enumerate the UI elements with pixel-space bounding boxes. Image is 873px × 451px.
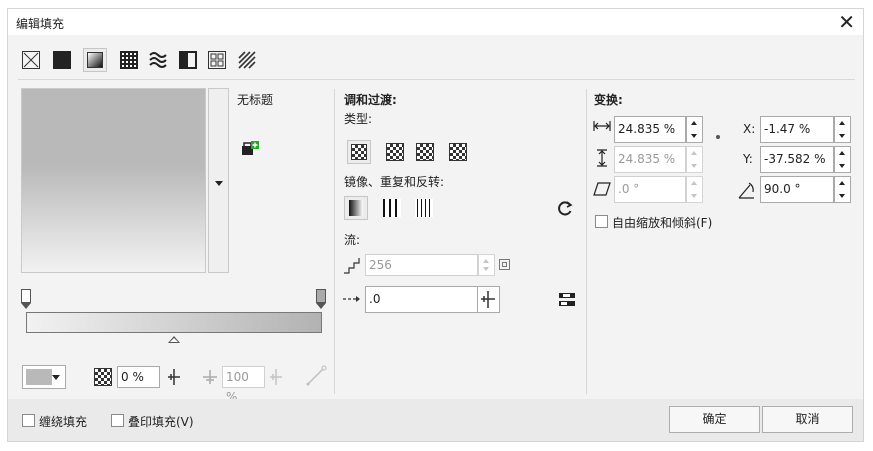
wrap-fill-checkbox[interactable] [22, 414, 35, 427]
no-fill-icon[interactable] [22, 51, 40, 69]
transparency-slider-icon[interactable] [166, 367, 182, 387]
overprint-fill-checkbox[interactable] [111, 414, 124, 427]
repeat-and-mirror-icon[interactable] [383, 199, 401, 217]
fill-height-icon [595, 149, 609, 167]
footer-bar: 缠绕填充 叠印填充(V) 确定 取消 [8, 399, 863, 441]
end-stop-pointer [316, 303, 326, 309]
steps-icon [343, 257, 363, 275]
chevron-down-icon [215, 181, 223, 186]
acceleration-slider-icon[interactable] [478, 286, 500, 313]
free-scale-checkbox[interactable] [595, 215, 608, 228]
x-offset-field[interactable]: -1.47 % [760, 116, 834, 143]
panel-divider-2 [586, 89, 587, 394]
ok-button[interactable]: 确定 [669, 406, 760, 433]
dialog-title: 编辑填充 [16, 17, 65, 31]
flow-label: 流: [344, 233, 361, 247]
steps-spinner[interactable] [478, 254, 495, 276]
close-icon[interactable]: ✕ [838, 9, 855, 35]
linear-type-icon[interactable] [347, 140, 371, 164]
cancel-button[interactable]: 取消 [762, 406, 853, 433]
smooth-transition-icon[interactable] [558, 291, 576, 309]
title-bar: 编辑填充 ✕ [8, 9, 863, 35]
rotate-field[interactable]: 90.0 ° [760, 176, 834, 203]
link-dot-icon [716, 135, 720, 139]
node-position-icon [202, 367, 218, 387]
uniform-fill-icon[interactable] [53, 51, 71, 69]
steps-field[interactable]: 256 [365, 254, 478, 276]
edit-fill-dialog: 编辑填充 ✕ 无标题 0 % 100 % 调和过渡: 类型: 镜像、重复和反转:… [7, 8, 864, 442]
node-color-picker[interactable] [22, 365, 66, 389]
free-scale-label: 自由缩放和倾斜(F) [612, 216, 713, 230]
start-color-stop[interactable] [21, 289, 31, 303]
x-label: X: [743, 122, 756, 136]
transform-heading: 变换: [594, 93, 623, 107]
end-color-stop[interactable] [316, 289, 326, 303]
mirror-repeat-label: 镜像、重复和反转: [344, 175, 445, 189]
fountain-fill-icon[interactable] [83, 48, 107, 72]
fill-width-spinner[interactable] [686, 116, 703, 143]
acceleration-icon [342, 293, 362, 305]
x-offset-spinner[interactable] [834, 116, 851, 143]
reverse-fill-icon[interactable] [555, 199, 575, 219]
fill-height-spinner[interactable] [686, 146, 703, 173]
node-transparency-field[interactable]: 0 % [117, 366, 160, 388]
fill-preview [21, 88, 206, 273]
preset-dropdown-button[interactable] [208, 88, 229, 273]
preset-name: 无标题 [237, 93, 274, 107]
steps-lock-icon[interactable] [499, 259, 510, 270]
skew-icon [593, 182, 611, 196]
free-rotation-icon [304, 364, 328, 388]
overprint-fill-label: 叠印填充(V) [128, 415, 194, 429]
toolbar-divider [18, 79, 855, 80]
node-position-field[interactable]: 100 % [222, 366, 265, 404]
start-stop-pointer [21, 303, 31, 309]
postscript-fill-icon[interactable] [238, 51, 256, 69]
chevron-down-icon [52, 375, 60, 380]
add-to-library-icon[interactable] [241, 141, 259, 157]
position-slider-icon [268, 367, 284, 387]
skew-spinner[interactable] [686, 176, 703, 203]
wrap-fill-label: 缠绕填充 [39, 415, 88, 429]
repeat-icon[interactable] [415, 199, 433, 217]
fill-width-icon [593, 120, 611, 132]
panel-divider [334, 89, 335, 394]
rectangular-type-icon[interactable] [449, 143, 467, 161]
elliptical-type-icon[interactable] [386, 143, 404, 161]
vector-pattern-icon[interactable] [120, 51, 138, 69]
transparency-icon [94, 368, 112, 386]
y-offset-field[interactable]: -37.582 % [760, 146, 834, 173]
skew-field[interactable]: .0 ° [614, 176, 686, 203]
rotate-icon [737, 180, 757, 200]
rotate-spinner[interactable] [834, 176, 851, 203]
bitmap-pattern-icon[interactable] [149, 51, 167, 69]
y-offset-spinner[interactable] [834, 146, 851, 173]
gradient-bar[interactable] [26, 312, 322, 333]
default-fill-icon[interactable] [344, 196, 368, 220]
y-label: Y: [743, 152, 753, 166]
acceleration-field[interactable]: .0 [365, 286, 478, 313]
conical-type-icon[interactable] [416, 143, 434, 161]
midpoint-slider[interactable] [168, 336, 180, 343]
two-color-pattern-icon[interactable] [179, 51, 197, 69]
fill-width-field[interactable]: 24.835 % [614, 116, 686, 143]
blend-type-label: 类型: [344, 112, 373, 126]
texture-fill-icon[interactable] [208, 51, 226, 69]
fill-height-field[interactable]: 24.835 % [614, 146, 686, 173]
blend-heading: 调和过渡: [344, 93, 397, 107]
